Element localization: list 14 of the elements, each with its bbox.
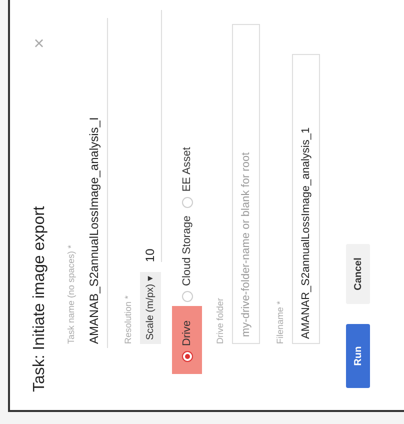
resolution-field[interactable]: 10 <box>139 10 162 262</box>
filename-field[interactable]: AMANAR_S2annualLossImage_analysis_1 <box>292 54 320 344</box>
field-label: Drive folder <box>214 296 226 344</box>
task-name-field[interactable]: AMANAB_S2annualLossImage_analysis_I <box>80 18 108 348</box>
destination-radio[interactable]: EE Asset <box>172 143 202 212</box>
destination-radio[interactable]: Cloud Storage <box>172 212 202 306</box>
scale-dropdown[interactable]: Scale (m/px) ▾ <box>140 272 161 344</box>
cancel-button[interactable]: Cancel <box>346 244 370 304</box>
field-label: Task name (no spaces) * <box>65 244 77 344</box>
field-label: Resolution * <box>122 294 134 344</box>
dialog-title: Task: Initiate image export <box>30 206 48 392</box>
destination-radio[interactable]: Drive <box>172 306 202 374</box>
run-button[interactable]: Run <box>346 324 370 388</box>
field-label: Filename * <box>274 300 286 344</box>
